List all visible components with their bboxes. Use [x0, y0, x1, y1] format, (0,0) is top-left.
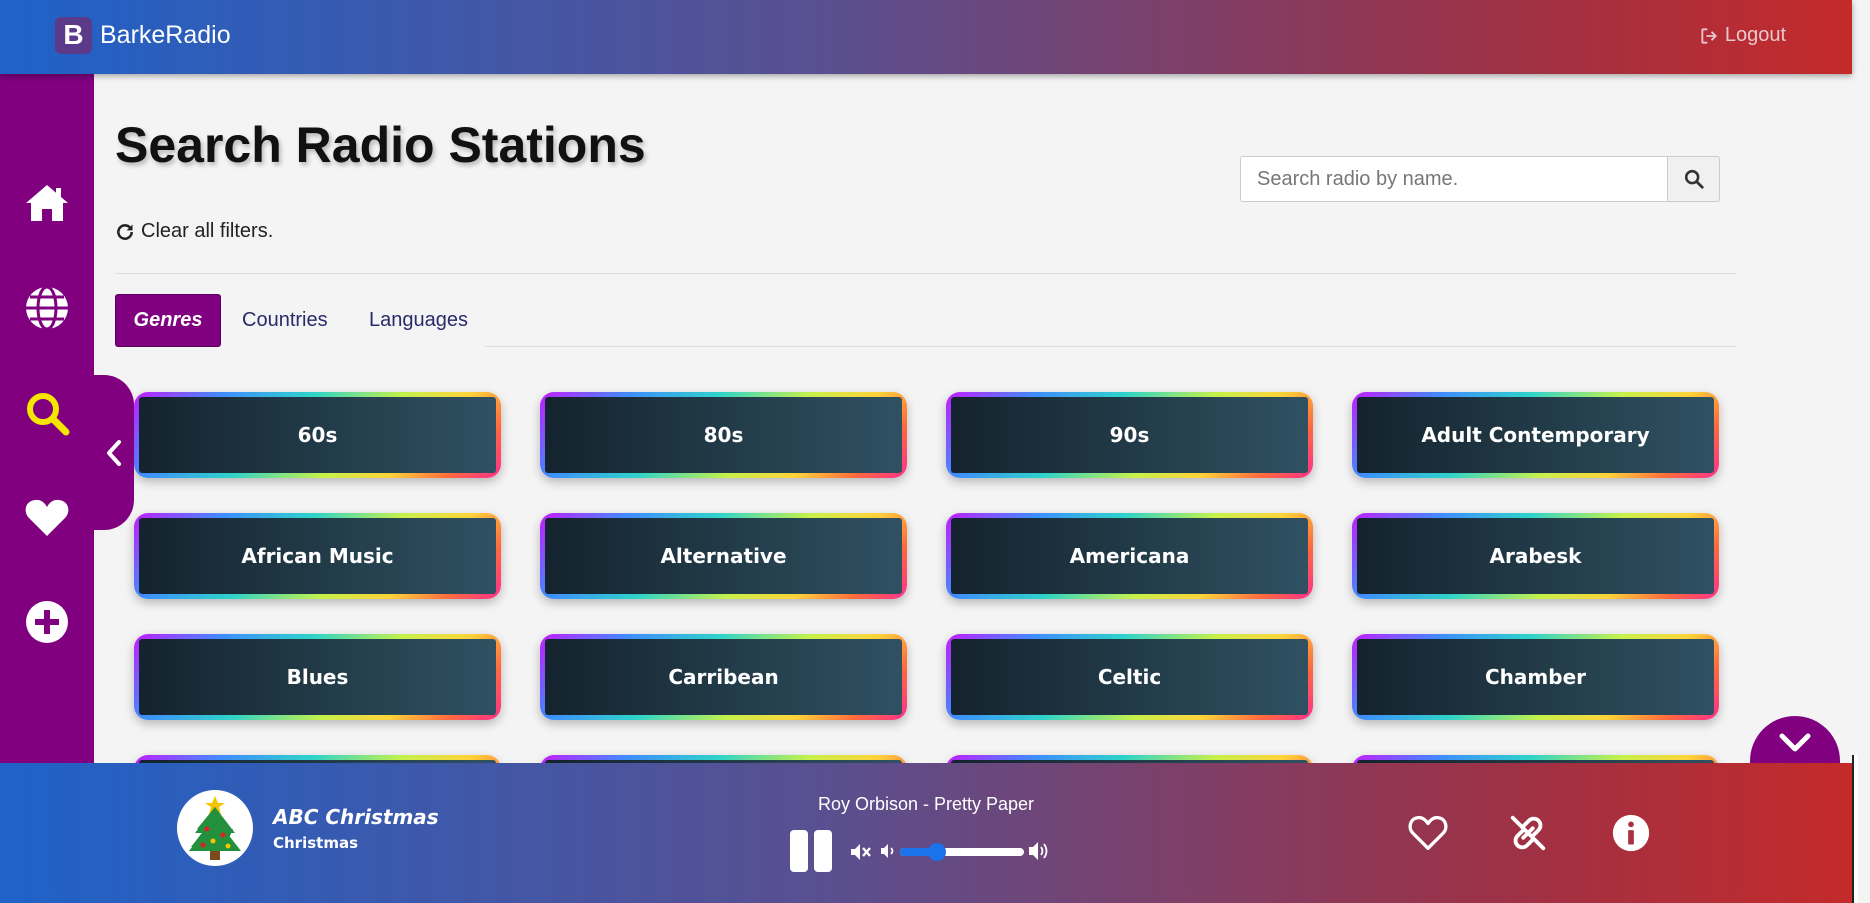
window-edge: [1852, 755, 1858, 903]
chevron-down-icon: [1779, 733, 1811, 752]
genre-card[interactable]: 60s: [134, 392, 501, 478]
genre-card[interactable]: Celtic: [946, 634, 1313, 720]
genre-label: Chamber: [1357, 639, 1714, 715]
genre-card[interactable]: Carribean: [540, 634, 907, 720]
genre-label: African Music: [139, 518, 496, 594]
genre-label: Blues: [139, 639, 496, 715]
station-name: ABC Christmas: [273, 805, 439, 829]
volume-high-icon: [1029, 842, 1048, 860]
tabs-underline: [485, 346, 1736, 347]
search-input[interactable]: [1240, 156, 1667, 202]
pause-bar: [814, 830, 832, 872]
sidebar-item-home[interactable]: [22, 178, 72, 228]
refresh-icon: [117, 223, 133, 240]
genre-card[interactable]: 90s: [946, 392, 1313, 478]
search-button[interactable]: [1667, 156, 1720, 202]
sidebar-collapse-toggle[interactable]: [88, 375, 134, 530]
sidebar-item-favorites[interactable]: [22, 492, 72, 542]
genre-card[interactable]: Adult Contemporary: [1352, 392, 1719, 478]
genre-card[interactable]: Alternative: [540, 513, 907, 599]
sidebar-item-search[interactable]: [22, 388, 72, 438]
tab-countries[interactable]: Countries: [242, 294, 328, 347]
volume-slider[interactable]: [900, 843, 1024, 861]
filter-tabs: Genres Countries Languages: [115, 294, 1736, 347]
genre-label: Carribean: [545, 639, 902, 715]
logout-button[interactable]: Logout: [1699, 24, 1786, 47]
genre-card[interactable]: Chamber: [1352, 634, 1719, 720]
sidebar: [0, 74, 94, 764]
genre-label: 90s: [951, 397, 1308, 473]
volume-thumb[interactable]: [928, 843, 947, 861]
search-bar: [1240, 156, 1720, 202]
station-genre: Christmas: [273, 834, 359, 852]
genre-label: Adult Contemporary: [1357, 397, 1714, 473]
home-icon: [26, 185, 68, 221]
station-logo: [177, 790, 253, 866]
player-bar: ABC Christmas Christmas Roy Orbison - Pr…: [0, 763, 1852, 903]
pause-bar: [790, 830, 808, 872]
mute-icon[interactable]: [849, 840, 873, 864]
unlink-icon: [1510, 815, 1546, 851]
genre-label: Alternative: [545, 518, 902, 594]
tab-languages[interactable]: Languages: [369, 294, 468, 347]
genre-card[interactable]: 80s: [540, 392, 907, 478]
pause-button[interactable]: [790, 830, 832, 872]
clear-filters-label: Clear all filters.: [141, 220, 274, 242]
genre-label: Arabesk: [1357, 518, 1714, 594]
clear-filters-link[interactable]: Clear all filters.: [115, 220, 273, 243]
genre-label: 80s: [545, 397, 902, 473]
genre-card[interactable]: Arabesk: [1352, 513, 1719, 599]
brand-name: BarkeRadio: [100, 20, 231, 49]
genre-label: Americana: [951, 518, 1308, 594]
page-title: Search Radio Stations: [115, 117, 646, 173]
brand[interactable]: B BarkeRadio: [55, 16, 231, 54]
favorite-button[interactable]: [1406, 811, 1450, 855]
divider: [115, 273, 1736, 274]
sidebar-item-add[interactable]: [22, 597, 72, 647]
genre-label: Celtic: [951, 639, 1308, 715]
plus-circle-icon: [26, 601, 68, 643]
chevron-left-icon: [107, 439, 121, 466]
logout-label: Logout: [1724, 24, 1786, 46]
genre-card[interactable]: Americana: [946, 513, 1313, 599]
info-icon: [1612, 814, 1650, 852]
genre-card[interactable]: Blues: [134, 634, 501, 720]
sidebar-item-browse[interactable]: [22, 283, 72, 333]
heart-outline-icon: [1408, 815, 1448, 850]
tab-genres[interactable]: Genres: [115, 294, 221, 347]
info-button[interactable]: [1609, 811, 1653, 855]
logout-icon: [1701, 27, 1717, 44]
volume-low-icon: [881, 844, 894, 858]
heart-icon: [25, 499, 69, 536]
genre-card[interactable]: African Music: [134, 513, 501, 599]
search-icon: [1684, 169, 1704, 189]
genre-label: 60s: [139, 397, 496, 473]
brand-logo: B: [55, 16, 92, 54]
main-content: Search Radio Stations Clear all filters.…: [94, 74, 1852, 841]
globe-icon: [26, 285, 68, 331]
search-icon: [27, 393, 70, 436]
unlink-button[interactable]: [1506, 811, 1550, 855]
christmas-tree-icon: [189, 796, 241, 860]
top-navbar: B BarkeRadio Logout: [0, 0, 1852, 74]
now-playing: Roy Orbison - Pretty Paper: [817, 794, 1035, 814]
